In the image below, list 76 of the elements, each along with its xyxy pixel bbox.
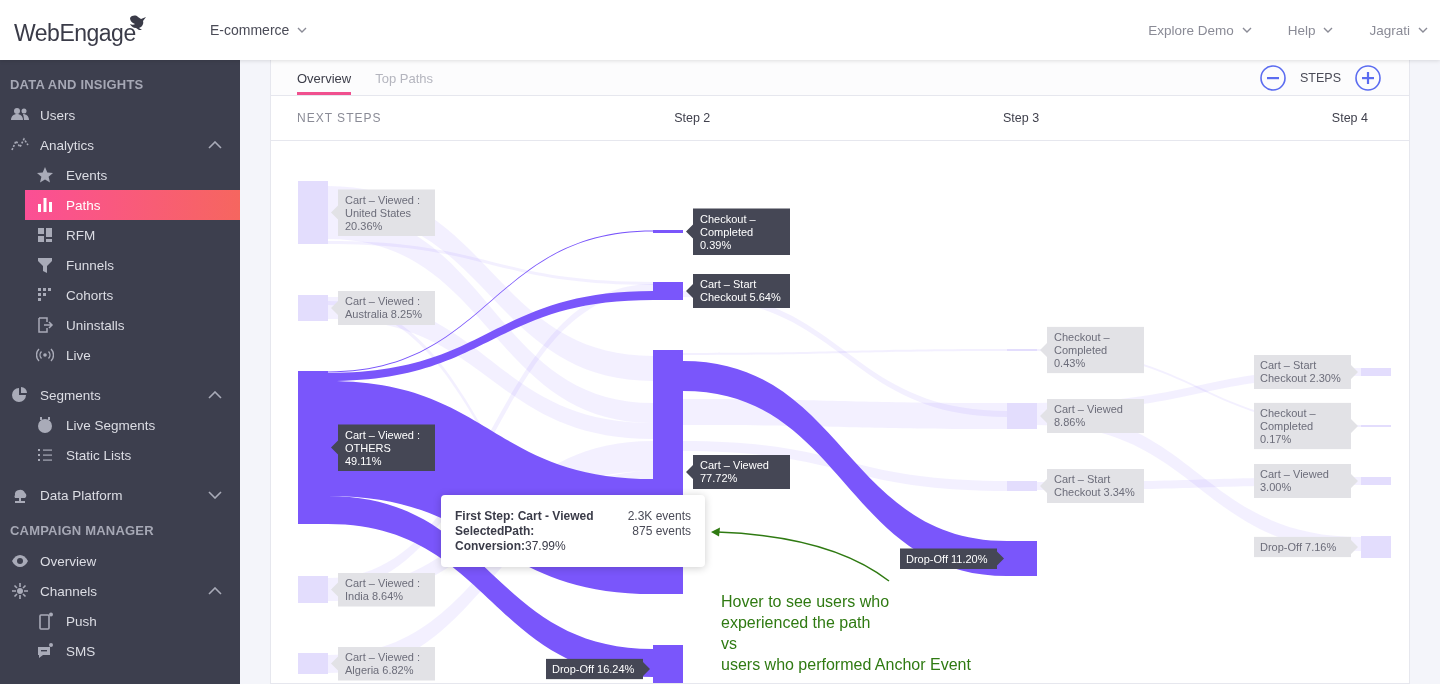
chevron-down-icon xyxy=(1418,27,1428,33)
header-menu[interactable]: Jagrati xyxy=(1369,22,1428,38)
column-header: NEXT STEPS xyxy=(297,111,382,125)
node-label: Cart – Viewed : United States 20.36% xyxy=(331,189,435,236)
tooltip-text: Conversion:37.99% xyxy=(455,539,567,553)
chevron-down-icon xyxy=(1241,27,1252,33)
column-header: Step 3 xyxy=(1003,111,1040,125)
tab[interactable]: Overview xyxy=(297,60,352,95)
sidebar-item[interactable]: Data Platform xyxy=(0,480,240,510)
dots-grid-icon xyxy=(36,286,54,304)
sidebar-item[interactable]: Events xyxy=(25,160,240,190)
node-label: Cart – Viewed : Australia 8.25% xyxy=(331,291,435,325)
column-header: Step 2 xyxy=(674,111,711,125)
exit-icon xyxy=(36,316,54,334)
chevron-down-icon xyxy=(1323,27,1334,33)
sidebar-item[interactable]: Live Segments xyxy=(25,410,240,440)
list-icon xyxy=(36,446,54,464)
sidebar-item[interactable]: Analytics xyxy=(0,130,240,160)
plus-icon xyxy=(1355,64,1381,91)
star-icon xyxy=(36,166,54,184)
sidebar-item[interactable]: RFM xyxy=(25,220,240,250)
annotation-text: Hover to see users who experienced the path vs users who performed Anchor Event xyxy=(721,592,971,675)
node-label: Drop-Off 7.16% xyxy=(1254,536,1358,558)
node-label: Drop-Off 11.20% xyxy=(900,548,1004,569)
node-label: Drop-Off 16.24% xyxy=(546,658,650,680)
sun-icon xyxy=(10,582,30,600)
node-label: Cart – Start Checkout 2.30% xyxy=(1254,355,1358,389)
logo-text: WebEngage xyxy=(14,19,136,47)
node-label: Cart – Viewed : OTHERS 49.11% xyxy=(331,424,435,471)
bar-chart-icon xyxy=(36,196,54,214)
node-label: Checkout – Completed 0.17% xyxy=(1254,402,1358,450)
chevron-up-icon xyxy=(208,391,222,399)
event-count: 2.3K events xyxy=(627,509,691,523)
sidebar-item[interactable]: Overview xyxy=(0,546,240,576)
sidebar-item[interactable]: Live xyxy=(25,340,240,370)
node-label: Checkout – Completed 0.39% xyxy=(686,208,790,255)
sidebar-item[interactable]: SMS xyxy=(25,636,240,666)
chevron-up-icon xyxy=(208,141,222,149)
sidebar-item[interactable]: Push xyxy=(25,606,240,636)
event-count: 875 events xyxy=(631,524,691,538)
minus-icon xyxy=(1260,64,1286,91)
column-header: Step 4 xyxy=(1331,111,1368,125)
tooltip-text: First Step: Cart - Viewed xyxy=(455,509,595,523)
chevron-down-icon xyxy=(297,27,308,33)
sidebar-item[interactable]: Users xyxy=(0,100,240,130)
sidebar-item[interactable]: Static Lists xyxy=(25,440,240,470)
node-label: Cart – Viewed 3.00% xyxy=(1254,464,1358,498)
chevron-up-icon xyxy=(208,587,222,595)
add-step-button[interactable] xyxy=(1355,64,1381,91)
grid-icon xyxy=(36,226,54,244)
sidebar-item[interactable]: Funnels xyxy=(25,250,240,280)
funnel-icon xyxy=(36,256,54,274)
robot-icon xyxy=(36,416,54,434)
node-label: Cart – Start Checkout 5.64% xyxy=(686,274,790,308)
project-dropdown[interactable]: E-commerce xyxy=(210,22,308,38)
sidebar-item[interactable]: Segments xyxy=(0,380,240,410)
node-label: Cart – Viewed 77.72% xyxy=(686,455,790,489)
sidebar-item[interactable]: Channels xyxy=(0,576,240,606)
node-label: Checkout – Completed 0.43% xyxy=(1040,326,1144,374)
eye-icon xyxy=(10,552,30,570)
chat-icon xyxy=(36,642,54,660)
section-title: CAMPAIGN MANAGER xyxy=(9,522,155,540)
node-label: Cart – Viewed 8.86% xyxy=(1040,399,1144,433)
chevron-down-icon xyxy=(208,491,222,499)
sidebar-item[interactable]: Uninstalls xyxy=(25,310,240,340)
node-label: Cart – Viewed : India 8.64% xyxy=(331,572,435,607)
tooltip-text: SelectedPath: xyxy=(455,524,536,538)
sidebar-item[interactable]: Cohorts xyxy=(25,280,240,310)
node-label: Cart – Viewed : Algeria 6.82% xyxy=(331,646,435,681)
phone-icon xyxy=(36,612,54,630)
broadcast-icon xyxy=(36,346,54,364)
pie-chart-icon xyxy=(10,386,30,404)
node-label: Cart – Start Checkout 3.34% xyxy=(1040,469,1144,503)
steps-label: STEPS xyxy=(1300,70,1341,85)
remove-step-button[interactable] xyxy=(1260,64,1286,91)
section-title: DATA AND INSIGHTS xyxy=(9,76,145,94)
